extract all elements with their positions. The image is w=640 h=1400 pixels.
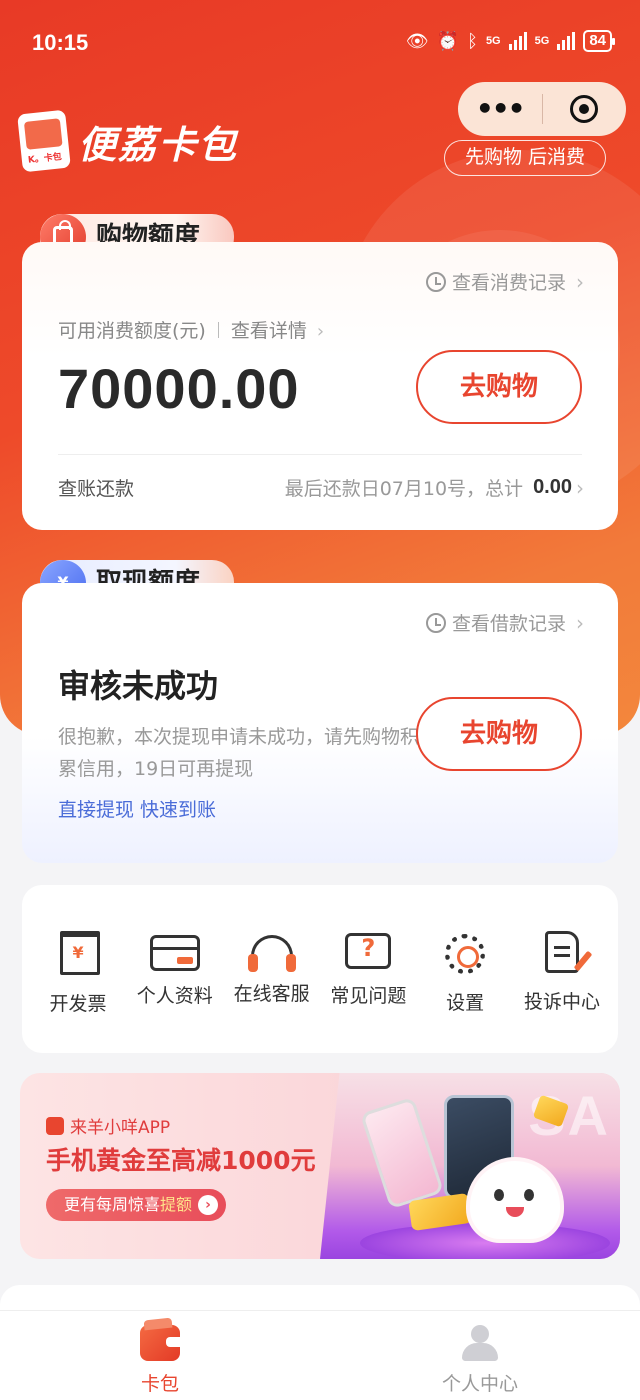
menu-item-label: 设置 (446, 992, 485, 1014)
cash-credit-card: 查看借款记录 › 审核未成功 很抱歉，本次提现申请未成功，请先购物积累信用，19… (22, 583, 618, 863)
arrow-right-icon: › (198, 1195, 219, 1215)
faq-icon: ? (345, 933, 392, 969)
app-logo-icon (46, 1116, 64, 1135)
record-link-label: 查看消费记录 (451, 272, 566, 294)
pill-text: 更有每周惊喜 (64, 1195, 161, 1214)
app-logo: K。卡包 便荔卡包 (17, 109, 239, 173)
more-button[interactable]: ••• (458, 82, 542, 136)
tab-profile[interactable]: 个人中心 (320, 1311, 640, 1400)
status-time: 10:15 (32, 30, 89, 55)
repay-total: 0.00 (533, 476, 572, 498)
go-shopping-button[interactable]: 去购物 (416, 350, 582, 424)
menu-item-profile[interactable]: 个人资料 (127, 885, 223, 1053)
menu-item-label: 在线客服 (233, 983, 310, 1005)
signal-icon (557, 32, 576, 50)
available-label-text: 可用消费额度(元) (58, 320, 206, 342)
loan-record-link[interactable]: 查看借款记录 › (425, 609, 584, 636)
menu-item-complaints[interactable]: 投诉中心 (514, 885, 610, 1053)
menu-item-faq[interactable]: ? 常见问题 (320, 885, 416, 1053)
repay-info: 最后还款日07月10号，总计 0.00 › (285, 474, 584, 501)
network-label: 5G (534, 34, 550, 47)
menu-item-label: 个人资料 (136, 985, 213, 1007)
service-menu: ¥ 开发票 个人资料 在线客服 ? 常见问题 设置 投诉中心 (22, 885, 618, 1053)
menu-item-invoice[interactable]: ¥ 开发票 (30, 885, 126, 1053)
clock-icon (425, 612, 446, 633)
eye-icon: 👁 (405, 30, 429, 51)
wallet-icon (140, 1325, 180, 1361)
tab-label: 卡包 (140, 1373, 179, 1395)
bluetooth-icon: ᛒ (467, 30, 478, 51)
menu-item-settings[interactable]: 设置 (417, 885, 513, 1053)
tab-wallet[interactable]: 卡包 (0, 1311, 320, 1400)
pill-highlight: 提额 (160, 1195, 193, 1214)
banner-cta-pill[interactable]: 更有每周惊喜提额 › (46, 1189, 227, 1221)
menu-item-label: 投诉中心 (523, 991, 600, 1013)
target-icon (570, 95, 599, 123)
spending-record-link[interactable]: 查看消费记录 › (425, 268, 584, 295)
status-bar: 10:15 👁 ⏰ ᛒ 5G 5G 84 (0, 0, 640, 86)
id-card-icon (149, 935, 200, 971)
shopping-credit-card: 查看消费记录 › 可用消费额度(元) 查看详情 › 70000.00 去购物 查账… (22, 242, 618, 530)
battery-indicator: 84 (583, 30, 615, 52)
repay-label: 查账还款 (58, 478, 135, 500)
available-credit-label: 可用消费额度(元) 查看详情 › (58, 316, 324, 343)
card-wallet-icon: K。卡包 (17, 109, 71, 173)
audit-status-description: 很抱歉，本次提现申请未成功，请先购物积累信用，19日可再提现 (58, 726, 420, 780)
record-link-label: 查看借款记录 (451, 613, 566, 635)
chevron-right-icon: › (576, 269, 584, 294)
repay-due-text: 最后还款日07月10号，总计 (284, 478, 524, 500)
network-label: 5G (485, 34, 501, 47)
slogan-badge: 先购物 后消费 (444, 140, 606, 176)
bottom-tab-bar: 卡包 个人中心 (0, 1310, 640, 1400)
promo-banner[interactable]: SA 来羊小咩APP 手机黄金至高减1000元 更有每周惊喜提额 › (20, 1073, 620, 1259)
headset-icon (247, 935, 296, 972)
audit-status-title: 审核未成功 (58, 667, 219, 705)
app-name: 便荔卡包 (78, 122, 239, 167)
menu-item-label: 常见问题 (330, 985, 407, 1007)
invoice-icon: ¥ (59, 931, 100, 975)
tab-label: 个人中心 (441, 1373, 518, 1395)
logo-mark: K。卡包 (27, 152, 63, 166)
miniprogram-capsule: ••• (458, 82, 626, 136)
clock-icon (425, 271, 446, 292)
status-icons: 👁 ⏰ ᛒ 5G 5G 84 (405, 30, 615, 52)
complaint-icon (544, 931, 579, 973)
repayment-row[interactable]: 查账还款 最后还款日07月10号，总计 0.00 › (58, 474, 584, 501)
chevron-right-icon: › (576, 475, 584, 500)
gear-icon (445, 934, 486, 974)
quick-withdraw-link[interactable]: 直接提现 快速到账 (58, 795, 216, 822)
banner-headline: 手机黄金至高减1000元 (46, 1146, 316, 1175)
person-icon (460, 1325, 500, 1361)
credit-amount: 70000.00 (58, 357, 300, 420)
banner-app-name: 来羊小咩APP (46, 1113, 170, 1138)
menu-item-label: 开发票 (49, 993, 107, 1015)
menu-item-support[interactable]: 在线客服 (224, 885, 320, 1053)
divider (58, 454, 582, 455)
alarm-icon: ⏰ (436, 30, 460, 51)
chevron-right-icon: › (576, 610, 584, 635)
signal-icon (508, 32, 527, 50)
chevron-right-icon: › (316, 321, 325, 342)
go-shopping-button[interactable]: 去购物 (416, 697, 582, 771)
details-link[interactable]: 查看详情 (231, 320, 307, 342)
close-button[interactable] (543, 95, 627, 123)
